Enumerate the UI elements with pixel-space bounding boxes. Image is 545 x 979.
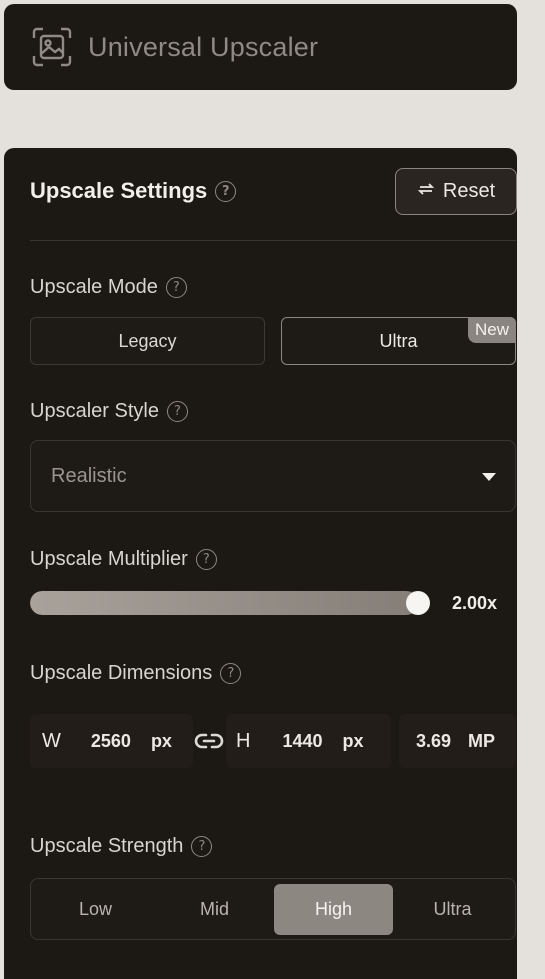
upscale-mode-label-row: Upscale Mode ? [30,276,187,299]
upscale-dimensions-label: Upscale Dimensions [30,662,213,684]
divider [30,240,516,241]
upscale-mode-label: Upscale Mode [30,276,158,298]
strength-option-low[interactable]: Low [36,884,155,935]
height-unit: px [342,730,364,751]
strength-option-label: High [314,899,353,919]
megapixels-value: 3.69 [416,730,452,751]
caret-down-icon [482,473,496,481]
swap-arrows-icon [417,181,435,202]
strength-option-label: Ultra [433,899,472,919]
help-icon[interactable]: ? [220,663,242,684]
upscaler-style-select[interactable]: Realistic [30,440,516,512]
height-value[interactable]: 1440 [282,731,322,752]
height-key: H [236,729,251,752]
upscaler-style-label: Upscaler Style [30,400,159,422]
upscale-strength-label: Upscale Strength [30,835,184,857]
reset-label: Reset [442,180,496,202]
strength-option-ultra[interactable]: Ultra [393,884,512,935]
help-icon[interactable]: ? [165,277,187,298]
panel-title: Upscale Settings [30,178,208,203]
mode-ultra-button[interactable]: Ultra New [281,317,516,365]
upscale-strength-label-row: Upscale Strength ? [30,835,213,858]
panel-title-row: Upscale Settings ? [30,178,237,204]
upscale-multiplier-label: Upscale Multiplier [30,548,188,570]
strength-option-label: Mid [199,899,229,919]
upscale-dimensions-label-row: Upscale Dimensions ? [30,662,242,685]
app-header: Universal Upscaler [4,4,517,90]
new-badge: New [467,317,516,343]
height-field[interactable]: H 1440 px [226,714,391,768]
strength-option-mid[interactable]: Mid [155,884,274,935]
width-field[interactable]: W 2560 px [30,714,193,768]
help-icon[interactable]: ? [215,180,237,202]
multiplier-value: 2.00x [452,593,498,613]
strength-option-high[interactable]: High [274,884,393,935]
upscaler-style-label-row: Upscaler Style ? [30,400,188,423]
width-value[interactable]: 2560 [91,731,131,752]
help-icon[interactable]: ? [195,549,217,570]
width-unit: px [150,730,172,751]
link-icon[interactable] [193,728,225,754]
app-title: Universal Upscaler [88,31,319,62]
multiplier-slider-thumb[interactable] [406,591,430,615]
multiplier-slider-track[interactable] [30,591,430,615]
help-icon[interactable]: ? [166,401,188,422]
megapixels-field: 3.69 MP [399,714,516,768]
help-icon[interactable]: ? [191,836,213,857]
mode-legacy-label: Legacy [118,330,177,351]
mode-legacy-button[interactable]: Legacy [30,317,265,365]
strength-option-label: Low [78,899,113,919]
mode-ultra-label: Ultra [379,330,418,351]
image-frame-icon [30,25,74,69]
width-key: W [42,729,61,752]
upscaler-style-value: Realistic [51,464,127,487]
megapixels-unit: MP [468,730,496,751]
multiplier-slider-fill [30,591,418,615]
upscale-multiplier-label-row: Upscale Multiplier ? [30,548,217,571]
upscale-settings-panel: Upscale Settings ? Reset Upscale Mode ? … [4,148,517,979]
strength-segmented-control: Low Mid High Ultra [30,878,516,940]
reset-button[interactable]: Reset [395,168,517,215]
